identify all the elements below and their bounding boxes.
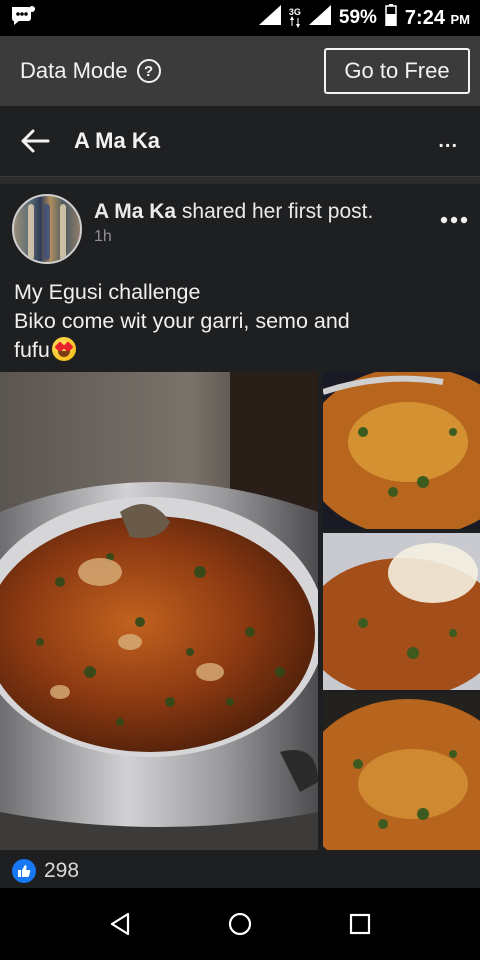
reactions-bar[interactable]: 298: [0, 854, 480, 888]
page-header: A Ma Ka ...: [0, 106, 480, 176]
system-nav-bar: [0, 888, 480, 960]
post-timestamp[interactable]: 1h: [94, 228, 373, 246]
network-3g-icon: 3G: [289, 8, 301, 28]
post-card: A Ma Ka shared her first post. 1h My Egu…: [0, 184, 480, 888]
divider: [0, 176, 480, 184]
notification-icon: [10, 5, 36, 32]
post-text-line-last: fufu: [14, 336, 454, 365]
clock-suffix: PM: [450, 11, 471, 27]
post-header: A Ma Ka shared her first post. 1h: [12, 194, 468, 264]
go-to-free-button[interactable]: Go to Free: [324, 48, 470, 94]
heart-eyes-emoji-icon: [51, 337, 76, 361]
avatar[interactable]: [12, 194, 82, 264]
nav-recents-icon[interactable]: [340, 904, 380, 944]
post-action: shared her first post.: [176, 200, 374, 223]
page-title: A Ma Ka: [74, 128, 160, 153]
signal-icon: [258, 5, 281, 31]
battery-percentage: 59%: [338, 7, 377, 28]
clock-time: 7:24: [404, 6, 445, 29]
more-options-icon[interactable]: ...: [438, 130, 462, 153]
avatar-detail: [28, 204, 34, 260]
like-count: 298: [44, 859, 80, 882]
avatar-detail: [60, 204, 66, 260]
post-photo-main[interactable]: [0, 372, 318, 850]
data-mode-banner: Data Mode ? Go to Free: [0, 36, 480, 106]
post-photo-thumb[interactable]: [323, 372, 480, 529]
nav-back-icon[interactable]: [100, 904, 140, 944]
post-text: My Egusi challenge Biko come wit your ga…: [14, 278, 454, 365]
thumbs-up-icon: [12, 859, 36, 883]
post-more-icon[interactable]: [440, 204, 468, 264]
post-text-line: fufu: [14, 338, 50, 362]
author-line: A Ma Ka shared her first post.: [94, 200, 373, 224]
author-block: A Ma Ka shared her first post. 1h: [94, 200, 373, 264]
post-text-line: Biko come wit your garri, semo and: [14, 309, 350, 333]
post-photo-thumb[interactable]: [323, 533, 480, 690]
author-name[interactable]: A Ma Ka: [94, 200, 176, 223]
question-circle-icon[interactable]: ?: [136, 59, 161, 83]
battery-icon: [385, 4, 397, 32]
status-bar: 3G 59% 7:24 PM: [0, 0, 480, 36]
signal-icon-2: [308, 5, 331, 31]
clock: 7:24 PM: [405, 7, 470, 30]
nav-home-icon[interactable]: [220, 904, 260, 944]
data-mode-label: Data Mode: [20, 58, 128, 83]
network-type: 3G: [288, 7, 301, 17]
avatar-detail: [44, 204, 50, 260]
back-arrow-icon[interactable]: [18, 124, 52, 158]
post-text-line: My Egusi challenge: [14, 280, 201, 304]
post-photo-thumb[interactable]: [323, 694, 480, 850]
